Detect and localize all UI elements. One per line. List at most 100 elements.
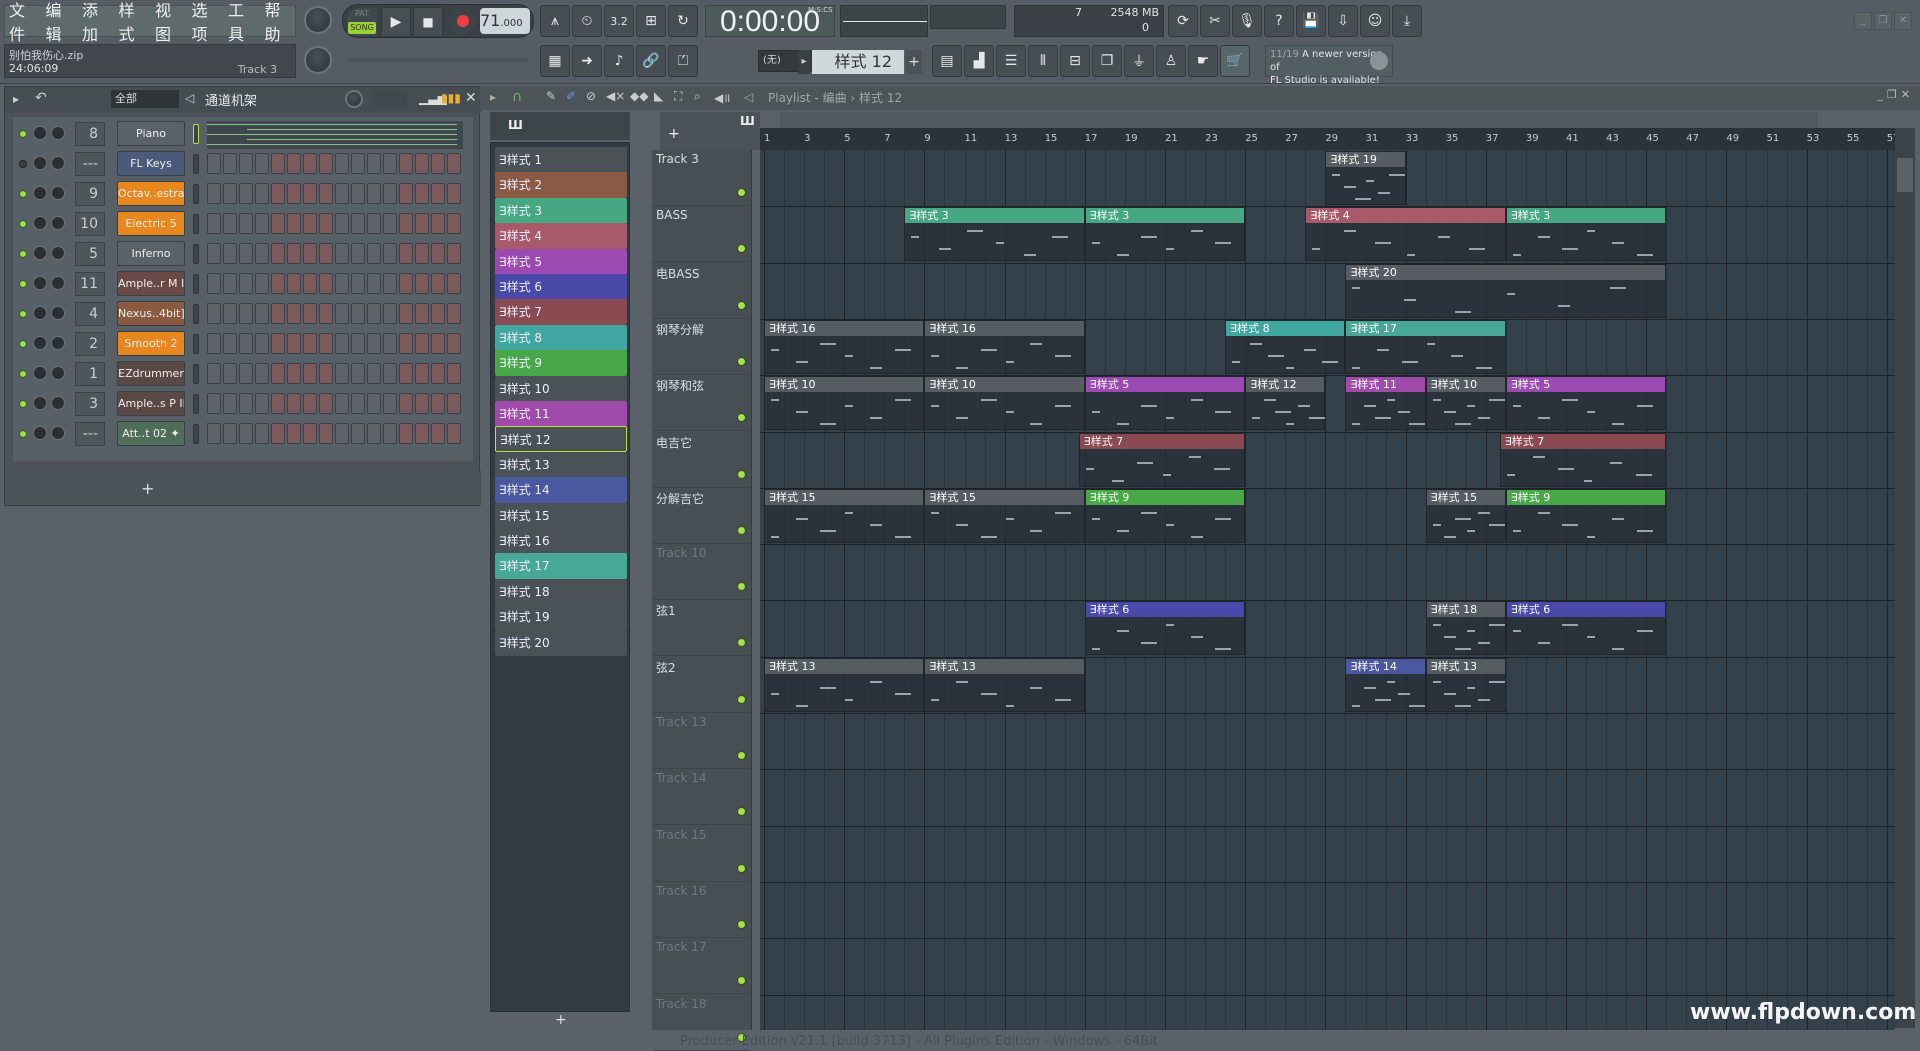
countdown-icon[interactable]: 3.2 [604,5,634,37]
pattern-item[interactable]: ∃样式 1 [495,147,627,173]
step-button[interactable] [287,243,301,264]
step-button[interactable] [319,393,333,414]
mixer-track-number[interactable]: 11 [75,272,105,296]
mixer-icon[interactable]: ⫴ [1028,45,1058,77]
track-mute-led[interactable] [737,356,746,366]
pattern-clip[interactable]: ∃样式 3 [904,207,1085,262]
channel-filter[interactable]: 全部 [111,90,179,108]
step-button[interactable] [287,183,301,204]
volume-knob[interactable] [51,306,65,320]
track-header[interactable]: 弦2 [654,657,750,713]
pan-knob[interactable] [33,186,47,200]
pencil-icon[interactable]: ✎ [546,89,556,103]
step-button[interactable] [223,333,237,354]
step-button[interactable] [367,213,381,234]
plugin-icon[interactable]: ⏚ [1124,45,1154,77]
step-button[interactable] [431,243,445,264]
pattern-item[interactable]: ∃样式 13 [495,451,627,478]
pattern-clip[interactable]: ∃样式 18 [1425,601,1506,656]
pattern-item[interactable]: ∃样式 7 [495,299,627,326]
step-button[interactable] [319,363,333,384]
play-button[interactable]: ▶ [381,7,411,37]
step-button[interactable] [207,333,221,354]
pattern-item[interactable]: ∃样式 2 [495,172,627,199]
step-button[interactable] [319,213,333,234]
step-button[interactable] [335,213,349,234]
channel-select[interactable] [193,424,199,444]
add-channel-button[interactable]: + [141,479,154,498]
menu-add[interactable]: 添加 [82,0,113,45]
metronome-icon[interactable]: ⩚ [540,5,570,37]
step-button[interactable] [223,243,237,264]
save-icon[interactable]: 💾 [1296,5,1326,37]
step-button[interactable] [431,303,445,324]
channel-select[interactable] [193,394,199,414]
pattern-clip[interactable]: ∃样式 10 [924,376,1085,431]
step-button[interactable] [447,333,461,354]
step-button[interactable] [271,153,285,174]
minimize-icon[interactable]: _ [1877,88,1883,101]
channel-name-button[interactable]: Ample..r M II [117,271,185,296]
mixer-track-number[interactable]: --- [75,152,105,176]
step-button[interactable] [415,243,429,264]
volume-knob[interactable] [51,336,65,350]
step-button[interactable] [303,153,317,174]
channel-select[interactable] [193,154,199,174]
pan-knob[interactable] [33,156,47,170]
pattern-clip[interactable]: ∃样式 5 [1084,376,1246,431]
restore-icon[interactable]: ❐ [1874,12,1892,30]
step-button[interactable] [319,243,333,264]
close-icon[interactable]: ✕ [1901,88,1910,101]
mixer-track-number[interactable]: 3 [75,392,105,416]
scroll-thumb[interactable] [1897,158,1913,192]
step-button[interactable] [207,363,221,384]
step-button[interactable] [239,303,253,324]
loop-record-icon[interactable]: ↻ [668,5,698,37]
step-button[interactable] [207,303,221,324]
channel-led[interactable] [19,340,27,348]
step-button[interactable] [415,213,429,234]
track-mute-led[interactable] [737,976,746,986]
pattern-clip[interactable]: ∃样式 15 [1425,488,1506,543]
step-button[interactable] [351,303,365,324]
mixer-track-number[interactable]: 8 [75,122,105,146]
minimize-icon[interactable]: _ [1854,12,1872,30]
project-icon[interactable]: ❐ [1092,45,1122,77]
channel-name-button[interactable]: FL Keys [117,151,185,176]
pattern-clip[interactable]: ∃样式 7 [1078,432,1246,487]
step-button[interactable] [351,393,365,414]
pattern-clip-icon[interactable]: Ш [740,114,755,128]
pan-knob[interactable] [33,336,47,350]
volume-knob[interactable] [51,126,65,140]
step-button[interactable] [431,273,445,294]
step-button[interactable] [447,423,461,444]
step-button[interactable] [335,363,349,384]
step-button[interactable] [271,393,285,414]
step-button[interactable] [271,183,285,204]
step-button[interactable] [271,333,285,354]
channel-select[interactable] [193,274,199,294]
channel-name-button[interactable]: Att..t 02 ✦ [117,421,185,446]
step-button[interactable] [383,153,397,174]
pattern-clip[interactable]: ∃样式 13 [764,657,925,712]
mixer-track-number[interactable]: 2 [75,332,105,356]
channel-led[interactable] [19,400,27,408]
step-button[interactable] [431,183,445,204]
step-button[interactable] [367,273,381,294]
volume-knob[interactable] [51,156,65,170]
master-pitch-knob[interactable] [304,46,332,74]
pattern-clip[interactable]: ∃样式 16 [764,319,925,374]
pattern-clip[interactable]: ∃样式 10 [764,376,925,431]
pattern-item[interactable]: ∃样式 9 [495,350,627,377]
channel-led[interactable] [19,160,27,168]
globe-icon[interactable] [1370,52,1388,70]
chat-icon[interactable]: ☺ [1360,5,1390,37]
pattern-item[interactable]: ∃样式 20 [495,629,627,656]
mixer-track-number[interactable]: 1 [75,362,105,386]
track-header[interactable]: Track 3 [654,150,750,206]
track-header[interactable]: 电吉它 [654,432,750,488]
track-header[interactable]: Track 10 [654,544,750,601]
step-button[interactable] [399,273,413,294]
step-edit-icon[interactable]: ⊞ [636,5,666,37]
step-button[interactable] [319,153,333,174]
